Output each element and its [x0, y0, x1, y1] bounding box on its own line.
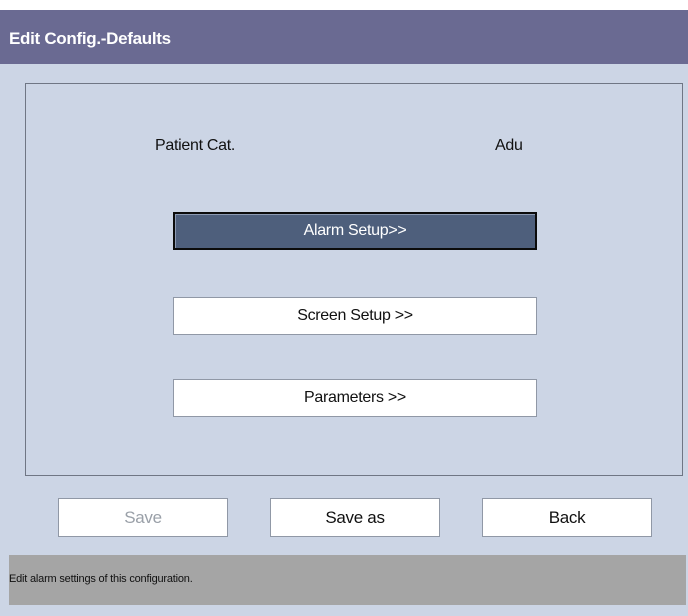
save-label: Save — [124, 507, 162, 527]
screen-setup-label: Screen Setup >> — [297, 307, 413, 324]
config-window: Edit Config.-Defaults Patient Cat. Adu A… — [0, 10, 688, 616]
save-button[interactable]: Save — [58, 498, 228, 537]
patient-category-value[interactable]: Adu — [495, 137, 523, 155]
screen-setup-button[interactable]: Screen Setup >> — [173, 297, 537, 335]
alarm-setup-button[interactable]: Alarm Setup>> — [173, 212, 537, 250]
alarm-setup-label: Alarm Setup>> — [303, 222, 407, 239]
status-message: Edit alarm settings of this configuratio… — [9, 573, 193, 585]
title-bar: Edit Config.-Defaults — [0, 10, 688, 64]
parameters-button[interactable]: Parameters >> — [173, 379, 537, 417]
window-title: Edit Config.-Defaults — [9, 29, 171, 48]
save-as-button[interactable]: Save as — [270, 498, 440, 537]
config-panel: Patient Cat. Adu Alarm Setup>> Screen Se… — [25, 83, 683, 476]
back-button[interactable]: Back — [482, 498, 652, 537]
status-bar: Edit alarm settings of this configuratio… — [9, 555, 686, 605]
save-as-label: Save as — [325, 507, 385, 527]
patient-category-label: Patient Cat. — [155, 137, 236, 154]
back-label: Back — [548, 507, 586, 527]
parameters-label: Parameters >> — [304, 389, 406, 406]
